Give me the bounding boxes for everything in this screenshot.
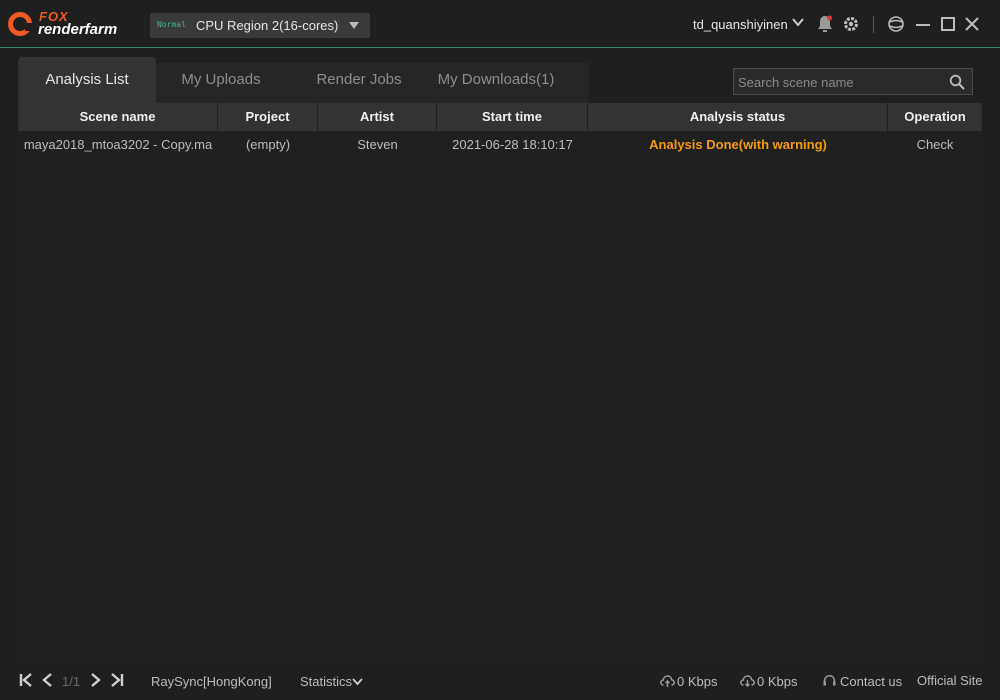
- transfer-line-selector[interactable]: RaySync[HongKong]: [151, 674, 272, 689]
- region-status-badge: Normal: [157, 20, 186, 29]
- column-header-project[interactable]: Project: [218, 103, 318, 131]
- column-header-operation[interactable]: Operation: [888, 103, 982, 131]
- fox-renderfarm-logo: FOX renderfarm: [8, 9, 132, 39]
- search-input[interactable]: [738, 73, 943, 91]
- column-header-start-time[interactable]: Start time: [437, 103, 588, 131]
- status-bar: 1/1 RaySync[HongKong] Statistics 0 Kbps …: [0, 660, 1000, 700]
- upload-speed: 0 Kbps: [677, 674, 718, 689]
- column-header-analysis-status[interactable]: Analysis status: [588, 103, 888, 131]
- tab-render-jobs[interactable]: Render Jobs: [294, 57, 424, 103]
- tab-my-downloads[interactable]: My Downloads(1): [424, 57, 568, 103]
- chevron-down-icon[interactable]: [792, 16, 804, 28]
- table-header: Scene name Project Artist Start time Ana…: [18, 103, 982, 131]
- contact-us-link[interactable]: Contact us: [840, 674, 902, 689]
- gear-icon[interactable]: [842, 15, 860, 33]
- column-header-artist[interactable]: Artist: [318, 103, 437, 131]
- region-label: CPU Region 2(16-cores): [196, 18, 339, 33]
- tab-bar: Analysis List My Uploads Render Jobs My …: [18, 57, 589, 103]
- analysis-table: Scene name Project Artist Start time Ana…: [18, 103, 982, 660]
- table-row[interactable]: maya2018_mtoa3202 - Copy.ma (empty) Stev…: [18, 131, 982, 159]
- first-page-icon[interactable]: [19, 672, 35, 688]
- caret-down-icon: [349, 22, 359, 29]
- close-icon[interactable]: [965, 17, 979, 31]
- next-page-icon[interactable]: [87, 672, 103, 688]
- minimize-icon[interactable]: [916, 16, 930, 32]
- search-box: [733, 68, 973, 95]
- bell-icon[interactable]: [817, 15, 833, 33]
- cell-scene-name: maya2018_mtoa3202 - Copy.ma: [23, 137, 213, 152]
- username[interactable]: td_quanshiyinen: [693, 17, 788, 32]
- prev-page-icon[interactable]: [40, 672, 56, 688]
- tab-analysis-list[interactable]: Analysis List: [18, 57, 156, 103]
- statistics-chevron-icon[interactable]: [352, 677, 363, 687]
- page-indicator: 1/1: [62, 674, 81, 689]
- last-page-icon[interactable]: [108, 672, 124, 688]
- official-site-link[interactable]: Official Site: [917, 673, 983, 688]
- logo-ring-icon: [8, 12, 33, 36]
- download-speed: 0 Kbps: [757, 674, 798, 689]
- logo-text-renderfarm: renderfarm: [38, 21, 118, 38]
- upload-cloud-icon: [660, 675, 675, 687]
- cell-analysis-status: Analysis Done(with warning): [649, 137, 827, 152]
- cell-project: (empty): [245, 137, 291, 152]
- cell-artist: Steven: [357, 137, 398, 152]
- column-header-scene-name[interactable]: Scene name: [18, 103, 218, 131]
- check-link[interactable]: Check: [888, 131, 982, 159]
- tab-my-uploads[interactable]: My Uploads: [156, 57, 286, 103]
- search-icon[interactable]: [949, 74, 965, 90]
- maximize-icon[interactable]: [941, 17, 955, 31]
- download-cloud-icon: [740, 675, 755, 688]
- statistics-menu[interactable]: Statistics: [300, 674, 352, 689]
- headset-icon[interactable]: [822, 674, 837, 688]
- title-bar: FOX renderfarm Normal CPU Region 2(16-co…: [0, 0, 1000, 48]
- titlebar-divider: [873, 16, 874, 33]
- region-selector[interactable]: Normal CPU Region 2(16-cores): [150, 13, 370, 38]
- skin-icon[interactable]: [888, 16, 904, 32]
- cell-start-time: 2021-06-28 18:10:17: [452, 137, 573, 152]
